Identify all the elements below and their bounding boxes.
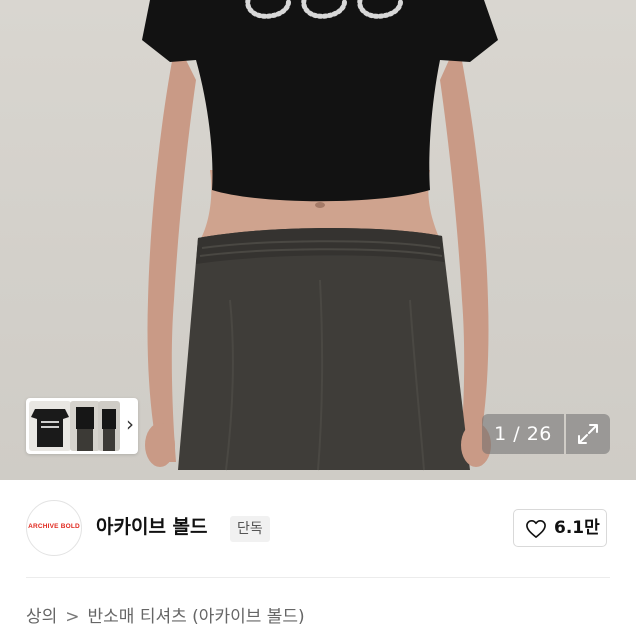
exclusive-badge: 단독 <box>230 516 270 542</box>
expand-diagonal-icon <box>578 424 598 444</box>
chevron-right-icon[interactable]: › <box>126 414 134 434</box>
image-counter: 1 / 26 <box>482 414 564 454</box>
seller-logo-text: ARCHIVE BOLD <box>28 523 80 530</box>
thumbnail-strip[interactable]: › <box>26 398 138 454</box>
thumbnail-image[interactable] <box>70 401 100 451</box>
breadcrumb-item-top[interactable]: 상의 <box>26 607 57 627</box>
product-image[interactable]: › 1 / 26 <box>0 0 636 480</box>
thumbnail-model-illustration <box>102 409 116 451</box>
breadcrumb-item-short-sleeve-tee[interactable]: 반소매 티셔츠 (아카이브 볼드) <box>88 607 305 627</box>
thumbnail-tee-illustration <box>31 409 69 447</box>
breadcrumb-separator: > <box>65 607 80 627</box>
seller-name[interactable]: 아카이브 볼드 <box>96 513 208 541</box>
expand-button[interactable] <box>566 414 610 454</box>
like-count: 6.1만 <box>554 518 600 538</box>
thumbnail-image[interactable] <box>29 401 71 451</box>
divider <box>26 577 610 578</box>
thumbnail-image[interactable] <box>98 401 120 451</box>
like-button[interactable]: 6.1만 <box>513 509 607 547</box>
thumbnail-model-illustration <box>76 407 94 451</box>
breadcrumb: 상의 > 반소매 티셔츠 (아카이브 볼드) <box>26 604 305 630</box>
heart-outline-icon <box>526 520 546 538</box>
seller-logo[interactable]: ARCHIVE BOLD <box>26 500 82 556</box>
